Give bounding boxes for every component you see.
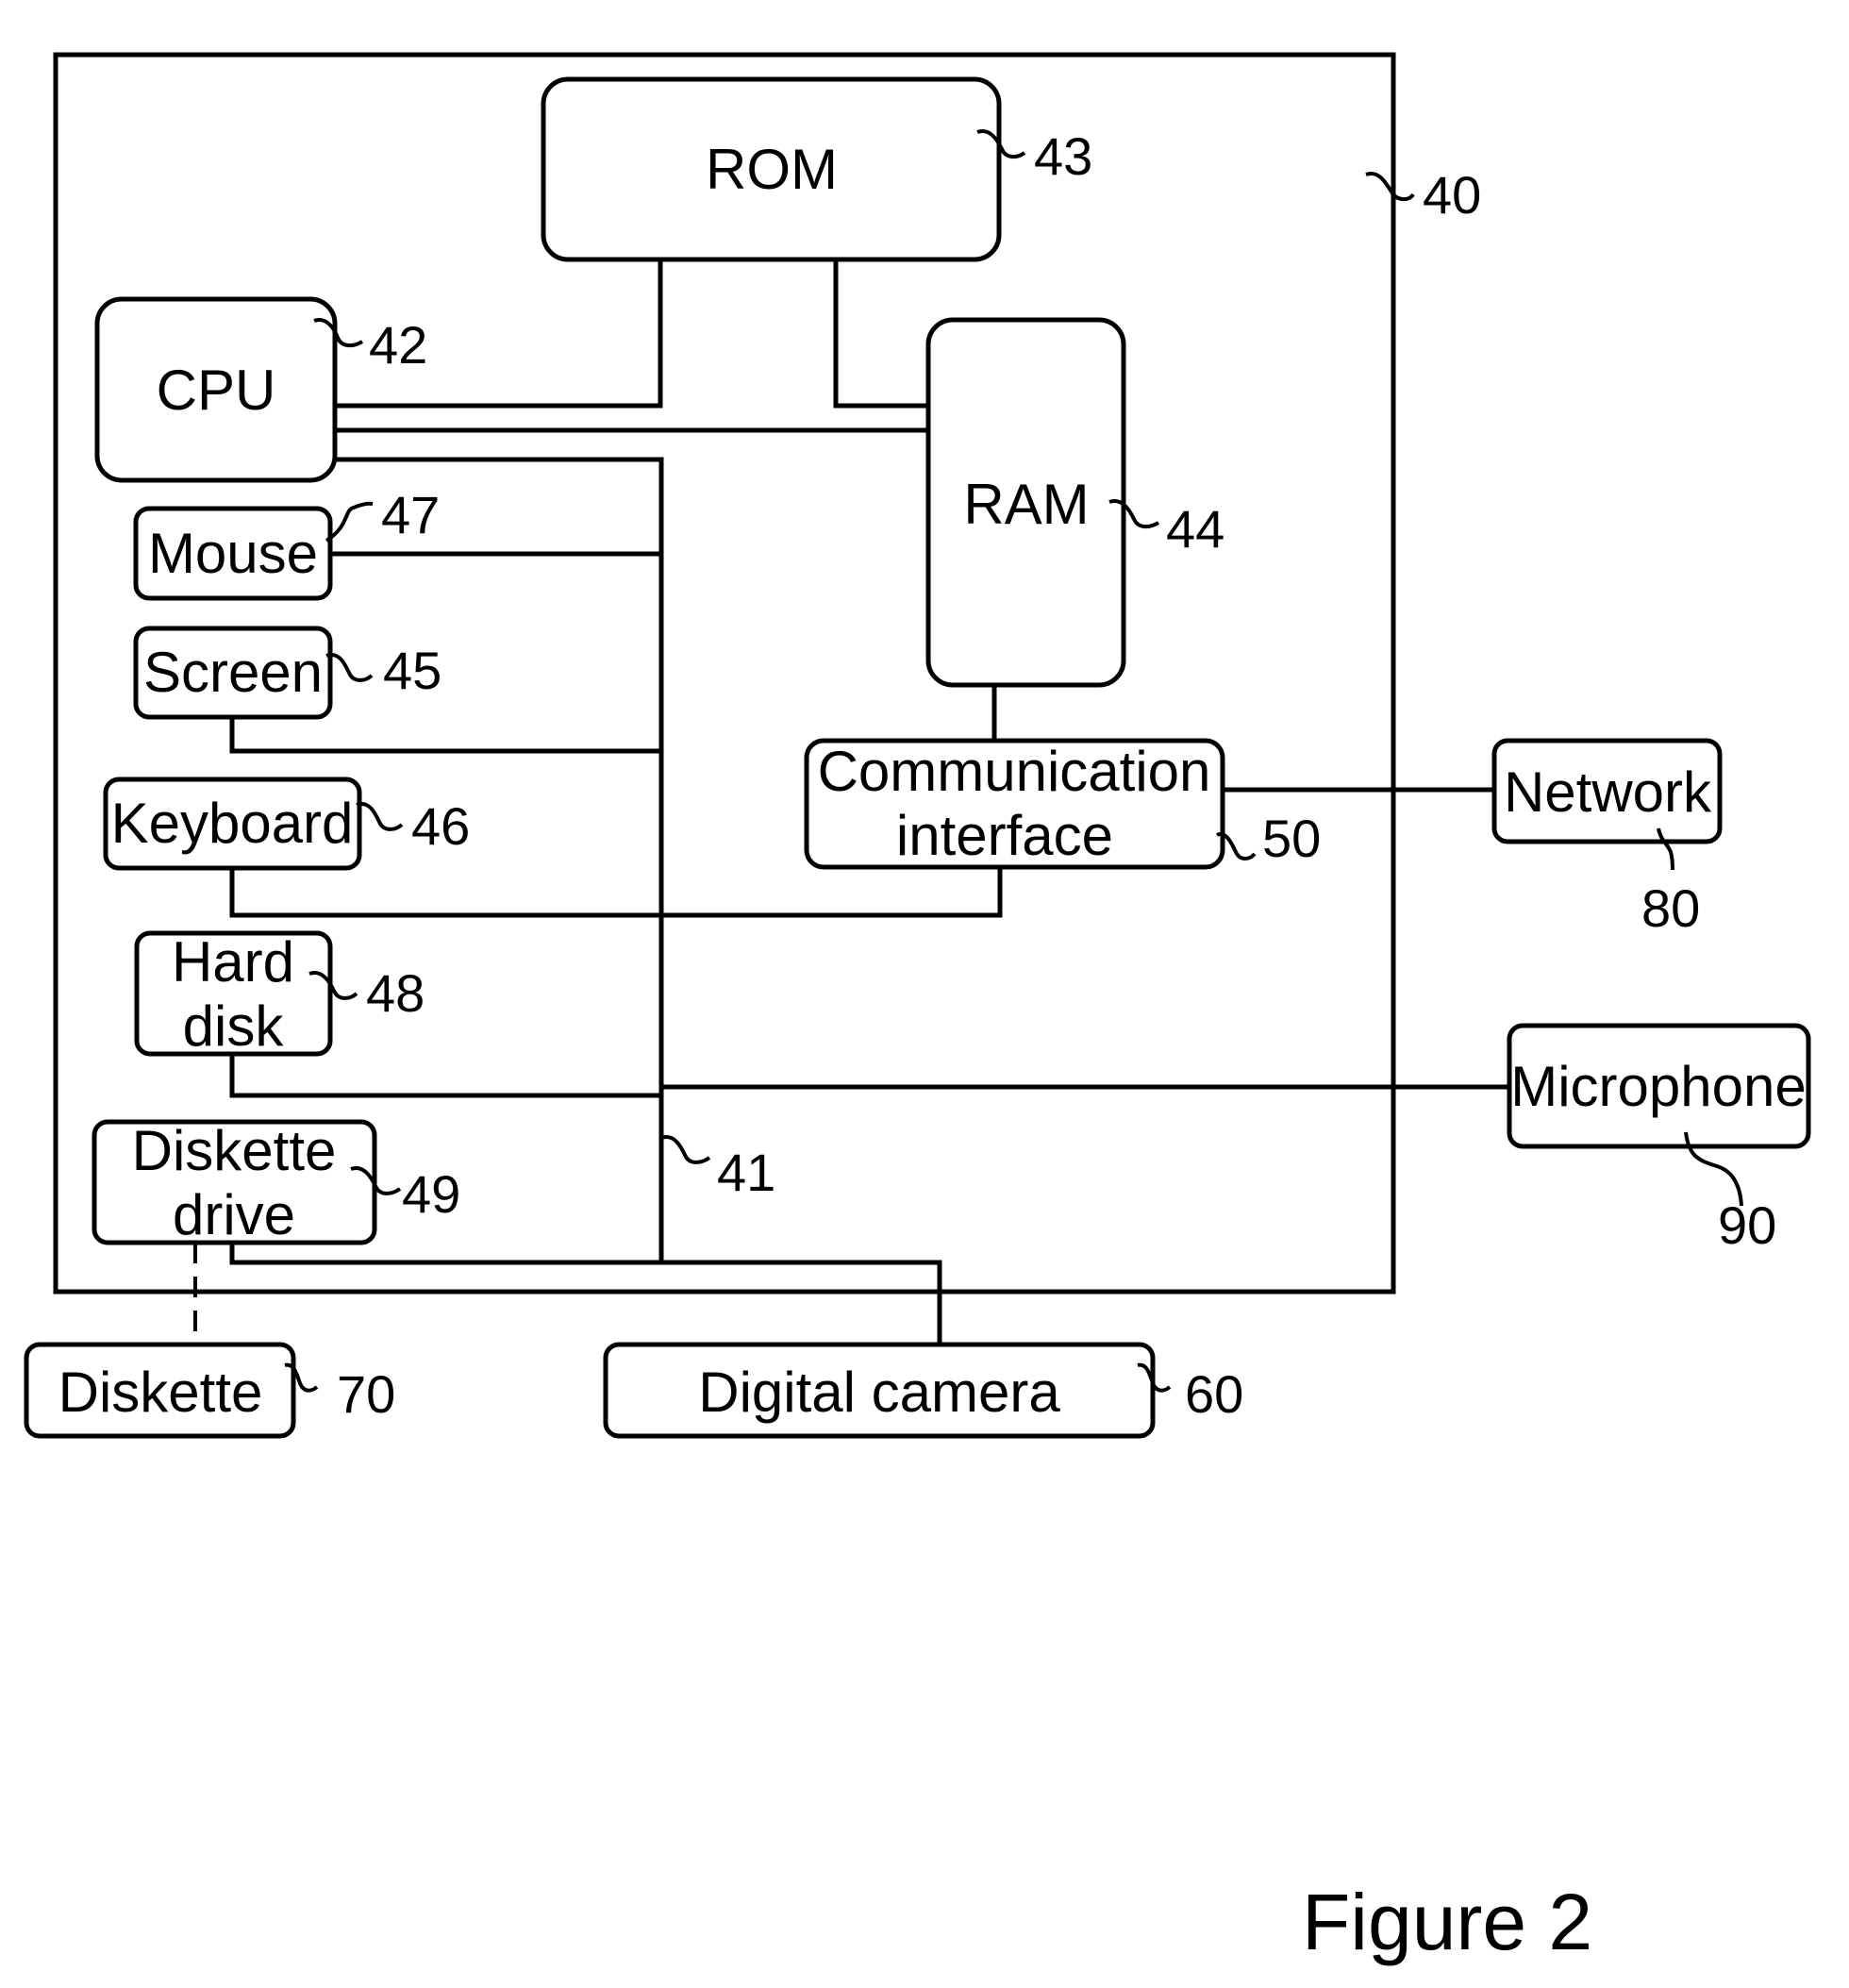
block-diagram: ROM CPU RAM Mouse Screen Keyboard Commun… bbox=[24, 52, 1811, 1966]
screen-label: Screen bbox=[143, 641, 323, 704]
comm-interface-block: Communication interface bbox=[804, 738, 1225, 870]
comm-label-line2: interface bbox=[896, 804, 1113, 867]
wire-keyboard-comm bbox=[229, 867, 1003, 918]
ref-42: 42 bbox=[369, 315, 427, 375]
ref-40: 40 bbox=[1423, 165, 1481, 225]
ref-70: 70 bbox=[337, 1364, 395, 1424]
ref-47: 47 bbox=[381, 485, 440, 544]
ref-46: 46 bbox=[411, 796, 470, 856]
rom-label: ROM bbox=[706, 138, 838, 201]
keyboard-block: Keyboard bbox=[103, 777, 362, 871]
ref-80: 80 bbox=[1641, 878, 1700, 938]
network-block: Network bbox=[1491, 738, 1723, 844]
ref-44: 44 bbox=[1166, 499, 1224, 559]
ram-block: RAM bbox=[925, 317, 1126, 688]
ref-48: 48 bbox=[366, 963, 425, 1023]
ram-label: RAM bbox=[963, 473, 1089, 536]
digital-camera-block: Digital camera bbox=[603, 1342, 1156, 1439]
wire-harddisk-bus bbox=[229, 1054, 661, 1098]
comm-label-line1: Communication bbox=[818, 740, 1211, 803]
harddisk-block: Hard disk bbox=[134, 930, 333, 1058]
rom-block: ROM bbox=[541, 76, 1002, 262]
mouse-label: Mouse bbox=[148, 522, 318, 585]
cpu-label: CPU bbox=[157, 359, 276, 422]
ref-49: 49 bbox=[402, 1164, 460, 1224]
mouse-block: Mouse bbox=[133, 506, 333, 601]
diskette-label: Diskette bbox=[58, 1361, 263, 1424]
ref-43: 43 bbox=[1034, 126, 1092, 186]
harddisk-label-line1: Hard bbox=[172, 930, 294, 994]
diskette-block: Diskette bbox=[24, 1342, 296, 1439]
harddisk-label-line2: disk bbox=[183, 994, 285, 1058]
ref-41: 41 bbox=[717, 1143, 775, 1202]
wire-screen-bus bbox=[229, 717, 661, 754]
wire-rom-ram bbox=[833, 259, 929, 409]
figure-caption: Figure 2 bbox=[1302, 1878, 1592, 1966]
screen-block: Screen bbox=[133, 626, 333, 720]
wire-cpu-bus bbox=[335, 457, 664, 1262]
keyboard-label: Keyboard bbox=[111, 792, 354, 855]
diskette-drive-label-line1: Diskette bbox=[132, 1119, 337, 1182]
ref-50: 50 bbox=[1262, 809, 1321, 868]
microphone-label: Microphone bbox=[1510, 1055, 1807, 1118]
diskette-drive-block: Diskette drive bbox=[92, 1119, 377, 1246]
ref-45: 45 bbox=[383, 641, 441, 700]
network-label: Network bbox=[1504, 760, 1712, 824]
microphone-block: Microphone bbox=[1507, 1023, 1811, 1149]
ref-90: 90 bbox=[1718, 1195, 1776, 1255]
digital-camera-label: Digital camera bbox=[698, 1361, 1060, 1424]
cpu-block: CPU bbox=[94, 296, 338, 483]
diskette-drive-label-line2: drive bbox=[173, 1183, 295, 1246]
ref-60: 60 bbox=[1185, 1364, 1243, 1424]
